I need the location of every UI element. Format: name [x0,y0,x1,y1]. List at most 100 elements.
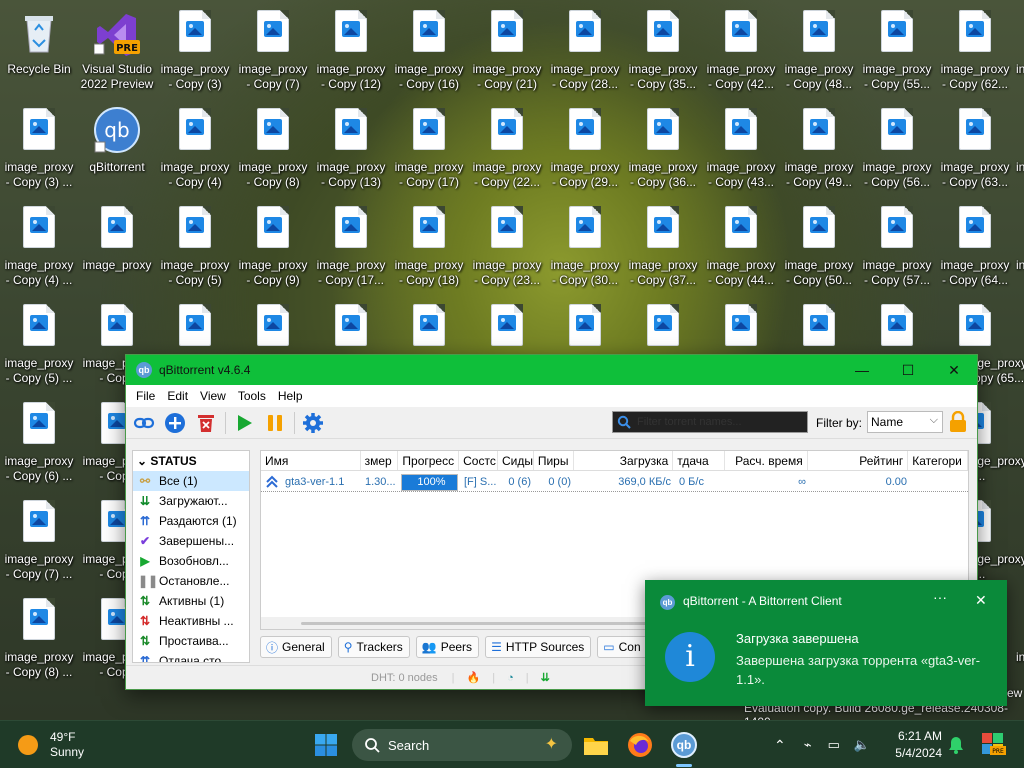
image-proxy-desktop-icon[interactable]: image_proxy - Copy (18) [390,200,468,296]
minimize-button[interactable]: — [839,355,885,385]
status-filter-sidebar[interactable]: ⌄ STATUS ⚯ Все (1) ⇊ Загружают... ⇈ Раздаются… [132,450,250,663]
sidebar-item[interactable]: ⚯ Все (1) [133,471,249,491]
image-proxy-desktop-icon[interactable] [1014,102,1024,198]
image-proxy-desktop-icon[interactable] [936,4,1014,100]
torrent-search-input[interactable]: Filter torrent names... [612,411,808,433]
image-proxy-desktop-icon[interactable]: image_proxy - Copy (42... [702,4,780,100]
menu-view[interactable]: View [194,389,232,403]
image-proxy-desktop-icon[interactable]: image_proxy - Copy (13) [312,102,390,198]
image-proxy-desktop-icon[interactable]: image_proxy - Copy (43... [702,102,780,198]
image-proxy-desktop-icon[interactable]: image_proxy - Copy (12) [312,4,390,100]
image-proxy-desktop-icon[interactable]: image_proxy - Copy (55... [858,4,936,100]
image-proxy-desktop-icon[interactable]: image_proxy - Copy (9) [234,200,312,296]
image-proxy-desktop-icon[interactable]: image_proxy - Copy (17) [390,102,468,198]
col-category[interactable]: Категори [908,451,969,470]
image-proxy-desktop-icon[interactable]: image_proxy - Copy (56... [858,102,936,198]
weather-widget[interactable]: 49°F Sunny [18,730,84,760]
toast-close-button[interactable]: ✕ [975,592,987,609]
col-progress[interactable]: Прогресс [398,451,460,470]
lock-icon[interactable] [949,410,967,433]
start-button[interactable] [314,733,338,757]
image-proxy-desktop-icon[interactable]: image_proxy - Copy (4) ... [0,200,78,296]
col-name[interactable]: Имя [261,451,361,470]
status-header[interactable]: ⌄ STATUS [133,451,249,471]
menu-tools[interactable]: Tools [232,389,272,403]
col-status[interactable]: Состс [459,451,498,470]
col-eta[interactable]: Расч. время [725,451,808,470]
image-proxy-desktop-icon[interactable]: image_proxy - Copy (6) ... [0,396,78,492]
sidebar-item[interactable]: ❚❚ Остановле... [133,571,249,591]
image-proxy-desktop-icon[interactable] [1014,396,1024,492]
image-proxy-desktop-icon[interactable] [936,102,1014,198]
menu-file[interactable]: File [130,389,161,403]
tab-http-sources[interactable]: ☰ HTTP Sources [485,636,592,658]
image-proxy-desktop-icon[interactable]: image_proxy - Copy (5) [156,200,234,296]
image-proxy-desktop-icon[interactable]: image_proxy - Copy (7) [234,4,312,100]
title-bar[interactable]: qb qBittorrent v4.6.4 — ☐ ✕ [126,355,977,385]
image-proxy-desktop-icon[interactable]: image_proxy - Copy (7) ... [0,494,78,590]
close-button[interactable]: ✕ [931,355,977,385]
image-proxy-desktop-icon[interactable]: image_proxy - Copy (8) ... [0,592,78,688]
pause-button[interactable] [263,411,287,435]
notification-toast[interactable]: qb qBittorrent - A Bittorrent Client ···… [645,580,1007,706]
sidebar-item[interactable]: ⇅ Активны (1) [133,591,249,611]
recycle-bin-desktop-icon[interactable]: Recycle Bin [0,4,78,100]
visual-studio-desktop-icon[interactable]: PRE Visual Studio 2022 Preview [78,4,156,100]
image-proxy-desktop-icon[interactable] [1014,200,1024,296]
network-icon[interactable]: ⌁ [804,737,812,753]
sidebar-item[interactable]: ⇈ Отдача сто... [133,651,249,662]
image-proxy-desktop-icon[interactable] [936,200,1014,296]
image-proxy-desktop-icon[interactable]: image_proxy [78,200,156,296]
toast-more-button[interactable]: ··· [933,589,947,605]
delete-button[interactable] [194,411,218,435]
image-proxy-desktop-icon[interactable]: image_proxy - Copy (4) [156,102,234,198]
sidebar-item[interactable]: ✔ Завершены... [133,531,249,551]
image-proxy-desktop-icon[interactable] [1014,494,1024,590]
sidebar-item[interactable]: ⇅ Неактивны ... [133,611,249,631]
display-icon[interactable]: ▭ [828,737,840,753]
filter-select[interactable]: Name [867,410,943,433]
col-peers[interactable]: Пиры [534,451,574,470]
col-up-speed[interactable]: тдача [673,451,726,470]
image-proxy-desktop-icon[interactable]: image_proxy - Copy (3) [156,4,234,100]
resume-button[interactable] [232,411,256,435]
image-proxy-desktop-icon[interactable]: image_proxy - Copy (17... [312,200,390,296]
tab-peers[interactable]: 👥 Peers [415,636,480,658]
image-proxy-desktop-icon[interactable]: image_proxy - Copy (30... [546,200,624,296]
tab-general[interactable]: ⓘ General [260,636,332,658]
add-link-button[interactable] [132,411,156,435]
image-proxy-desktop-icon[interactable]: image_proxy - Copy (29... [546,102,624,198]
qbittorrent-taskbar-icon[interactable]: qb [669,730,699,767]
chevron-up-icon[interactable]: ⌃ [774,737,786,754]
menu-help[interactable]: Help [272,389,309,403]
tab-trackers[interactable]: ⚲ Trackers [337,636,410,658]
col-size[interactable]: змер [361,451,399,470]
image-proxy-desktop-icon[interactable] [1014,298,1024,394]
sidebar-item[interactable]: ⇈ Раздаются (1) [133,511,249,531]
image-proxy-desktop-icon[interactable]: image_proxy - Copy (48... [780,4,858,100]
image-proxy-desktop-icon[interactable]: image_proxy - Copy (44... [702,200,780,296]
image-proxy-desktop-icon[interactable]: image_proxy - Copy (35... [624,4,702,100]
image-proxy-desktop-icon[interactable]: image_proxy - Copy (37... [624,200,702,296]
image-proxy-desktop-icon[interactable]: image_proxy - Copy (16) [390,4,468,100]
col-ratio[interactable]: Рейтинг [808,451,909,470]
add-torrent-button[interactable] [163,411,187,435]
sidebar-item[interactable]: ⇅ Простаива... [133,631,249,651]
tab-content[interactable]: ▭ Con [597,636,648,658]
image-proxy-desktop-icon[interactable] [1014,4,1024,100]
image-proxy-desktop-icon[interactable]: image_proxy - Copy (23... [468,200,546,296]
image-proxy-desktop-icon[interactable]: image_proxy - Copy (8) [234,102,312,198]
image-proxy-desktop-icon[interactable]: image_proxy - Copy (21) [468,4,546,100]
col-down-speed[interactable]: Загрузка [574,451,674,470]
clock[interactable]: 6:21 AM 5/4/2024 [862,728,942,762]
image-proxy-desktop-icon[interactable]: image_proxy - Copy (5) ... [0,298,78,394]
dev-preview-icon[interactable]: PRE [980,731,1006,757]
image-proxy-desktop-icon[interactable]: image_proxy - Copy (36... [624,102,702,198]
taskbar-search[interactable]: Search ✦ [352,729,572,761]
qbittorrent-desktop-icon[interactable]: qb qBittorrent [78,102,156,198]
image-proxy-desktop-icon[interactable] [1014,592,1024,688]
file-explorer-taskbar-icon[interactable] [581,730,611,760]
options-button[interactable] [301,411,325,435]
sidebar-item[interactable]: ▶ Возобновл... [133,551,249,571]
firefox-taskbar-icon[interactable] [625,730,655,760]
